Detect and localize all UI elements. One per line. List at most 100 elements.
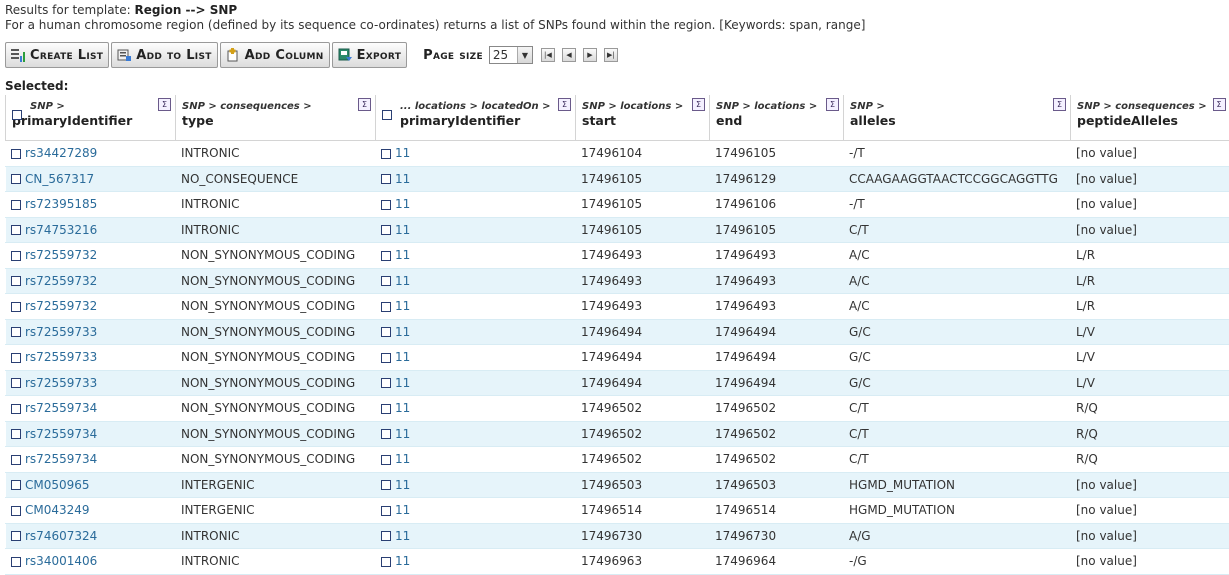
chromosome-link[interactable]: 11: [395, 299, 410, 313]
summary-sigma-icon[interactable]: Σ: [826, 98, 839, 111]
add-column-button[interactable]: Add Column: [220, 42, 330, 68]
chromosome-link[interactable]: 11: [395, 325, 410, 339]
row-chromosome-checkbox[interactable]: [381, 506, 391, 516]
snp-id-link[interactable]: rs72559734: [25, 427, 97, 441]
row-chromosome-checkbox[interactable]: [381, 225, 391, 235]
first-page-icon[interactable]: |◀: [541, 48, 555, 62]
chromosome-link[interactable]: 11: [395, 503, 410, 517]
chromosome-link[interactable]: 11: [395, 554, 410, 568]
row-chromosome-checkbox[interactable]: [381, 378, 391, 388]
chromosome-link[interactable]: 11: [395, 223, 410, 237]
row-chromosome-checkbox[interactable]: [381, 251, 391, 261]
select-all-chromosome-checkbox[interactable]: [382, 110, 392, 120]
cell-alleles: A/C: [844, 294, 1071, 320]
row-checkbox[interactable]: [11, 480, 21, 490]
chromosome-link[interactable]: 11: [395, 248, 410, 262]
chromosome-link[interactable]: 11: [395, 146, 410, 160]
snp-id-link[interactable]: CM050965: [25, 478, 90, 492]
snp-id-link[interactable]: rs72559733: [25, 350, 97, 364]
chromosome-link[interactable]: 11: [395, 478, 410, 492]
row-checkbox[interactable]: [11, 353, 21, 363]
row-checkbox[interactable]: [11, 276, 21, 286]
cell-end: 17496514: [710, 498, 844, 524]
row-chromosome-checkbox[interactable]: [381, 200, 391, 210]
snp-id-link[interactable]: rs72559734: [25, 452, 97, 466]
cell-type: NON_SYNONYMOUS_CODING: [176, 243, 376, 269]
row-checkbox[interactable]: [11, 327, 21, 337]
chromosome-link[interactable]: 11: [395, 350, 410, 364]
row-checkbox[interactable]: [11, 174, 21, 184]
chromosome-link[interactable]: 11: [395, 376, 410, 390]
row-checkbox[interactable]: [11, 200, 21, 210]
chromosome-link[interactable]: 11: [395, 401, 410, 415]
summary-sigma-icon[interactable]: Σ: [558, 98, 571, 111]
row-chromosome-checkbox[interactable]: [381, 276, 391, 286]
page-size-select[interactable]: 25 ▼: [489, 46, 533, 64]
summary-sigma-icon[interactable]: Σ: [1053, 98, 1066, 111]
next-page-icon[interactable]: ▶: [583, 48, 597, 62]
snp-id-link[interactable]: rs72559732: [25, 299, 97, 313]
cell-peptide-alleles: R/Q: [1071, 421, 1229, 447]
row-chromosome-checkbox[interactable]: [381, 557, 391, 567]
row-checkbox[interactable]: [11, 429, 21, 439]
snp-id-link[interactable]: rs72559734: [25, 401, 97, 415]
chromosome-link[interactable]: 11: [395, 452, 410, 466]
snp-id-link[interactable]: CM043249: [25, 503, 90, 517]
add-to-list-button[interactable]: Add to List: [111, 42, 217, 68]
chromosome-link[interactable]: 11: [395, 197, 410, 211]
chromosome-link[interactable]: 11: [395, 172, 410, 186]
snp-id-link[interactable]: rs74753216: [25, 223, 97, 237]
row-checkbox[interactable]: [11, 251, 21, 261]
chromosome-link[interactable]: 11: [395, 274, 410, 288]
row-chromosome-checkbox[interactable]: [381, 455, 391, 465]
row-chromosome-checkbox[interactable]: [381, 174, 391, 184]
snp-id-link[interactable]: rs34001406: [25, 554, 97, 568]
row-checkbox[interactable]: [11, 225, 21, 235]
cell-chromosome: 11: [376, 370, 576, 396]
cell-start: 17496502: [576, 447, 710, 473]
previous-page-icon[interactable]: ◀: [562, 48, 576, 62]
row-checkbox[interactable]: [11, 149, 21, 159]
summary-sigma-icon[interactable]: Σ: [358, 98, 371, 111]
row-chromosome-checkbox[interactable]: [381, 480, 391, 490]
snp-id-link[interactable]: rs72559733: [25, 325, 97, 339]
cell-start: 17496105: [576, 166, 710, 192]
row-chromosome-checkbox[interactable]: [381, 429, 391, 439]
row-chromosome-checkbox[interactable]: [381, 353, 391, 363]
select-all-checkbox[interactable]: [12, 110, 22, 120]
snp-id-link[interactable]: rs34427289: [25, 146, 97, 160]
summary-sigma-icon[interactable]: Σ: [158, 98, 171, 111]
snp-id-link[interactable]: rs74607324: [25, 529, 97, 543]
create-list-button[interactable]: Create List: [5, 42, 109, 68]
snp-id-link[interactable]: CN_567317: [25, 172, 94, 186]
row-checkbox[interactable]: [11, 404, 21, 414]
last-page-icon[interactable]: ▶|: [604, 48, 618, 62]
row-chromosome-checkbox[interactable]: [381, 327, 391, 337]
row-checkbox[interactable]: [11, 455, 21, 465]
snp-id-link[interactable]: rs72559733: [25, 376, 97, 390]
snp-id-link[interactable]: rs72395185: [25, 197, 97, 211]
snp-id-link[interactable]: rs72559732: [25, 274, 97, 288]
row-checkbox[interactable]: [11, 302, 21, 312]
cell-start: 17496493: [576, 243, 710, 269]
row-checkbox[interactable]: [11, 531, 21, 541]
cell-peptide-alleles: L/R: [1071, 294, 1229, 320]
cell-alleles: -/T: [844, 192, 1071, 218]
row-checkbox[interactable]: [11, 506, 21, 516]
column-header-chromosome: ... locations > locatedOn > primaryIdent…: [376, 95, 576, 141]
row-checkbox[interactable]: [11, 557, 21, 567]
row-chromosome-checkbox[interactable]: [381, 404, 391, 414]
row-chromosome-checkbox[interactable]: [381, 531, 391, 541]
export-button[interactable]: Export: [332, 42, 408, 68]
summary-sigma-icon[interactable]: Σ: [1213, 98, 1226, 111]
chromosome-link[interactable]: 11: [395, 427, 410, 441]
cell-chromosome: 11: [376, 523, 576, 549]
chromosome-link[interactable]: 11: [395, 529, 410, 543]
row-checkbox[interactable]: [11, 378, 21, 388]
row-chromosome-checkbox[interactable]: [381, 302, 391, 312]
row-chromosome-checkbox[interactable]: [381, 149, 391, 159]
summary-sigma-icon[interactable]: Σ: [692, 98, 705, 111]
add-to-list-label: Add to List: [136, 48, 211, 63]
snp-id-link[interactable]: rs72559732: [25, 248, 97, 262]
page-header: Results for template: Region --> SNP For…: [5, 3, 865, 33]
